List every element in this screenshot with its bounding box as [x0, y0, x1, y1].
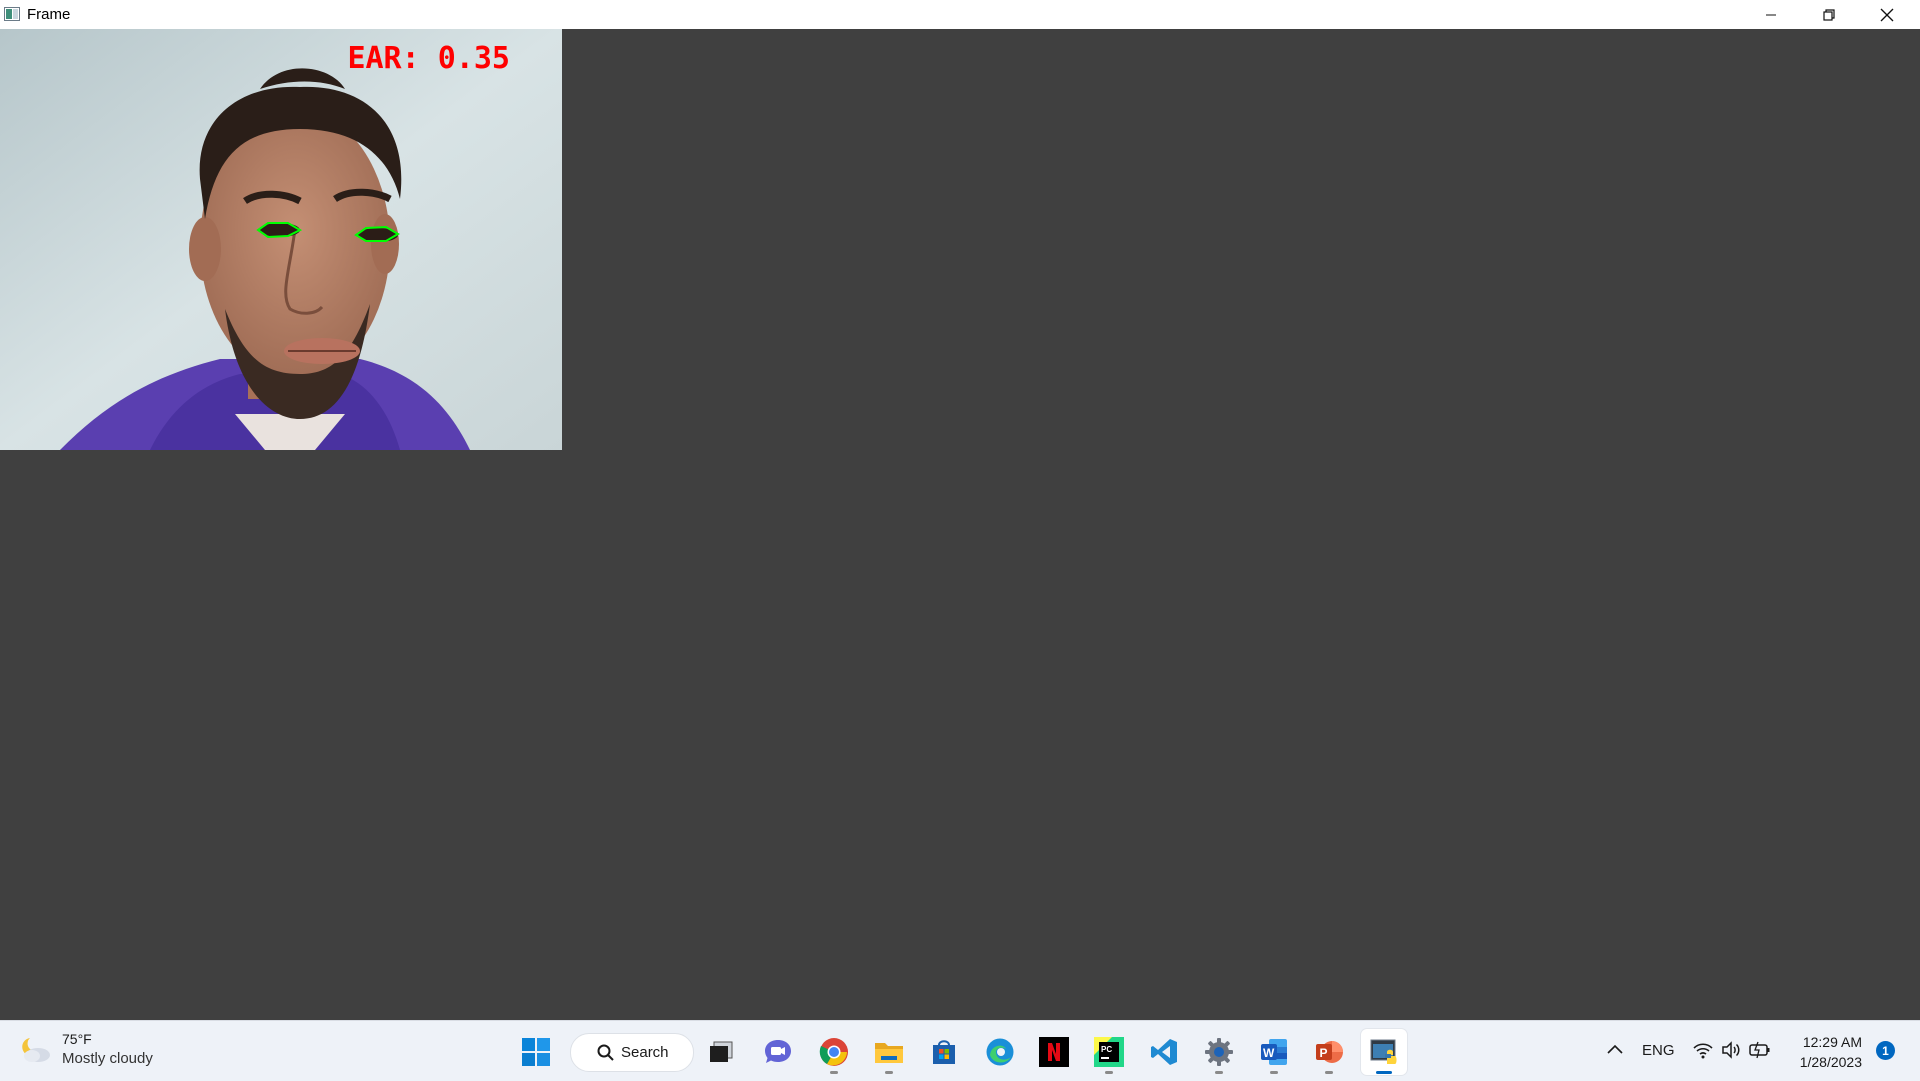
taskbar-clock[interactable]: 12:29 AM 1/28/2023 — [1790, 1032, 1862, 1072]
close-icon — [1880, 8, 1894, 21]
svg-text:PC: PC — [1101, 1045, 1112, 1054]
notification-badge[interactable]: 1 — [1876, 1041, 1895, 1060]
partly-cloudy-moon-icon — [22, 1038, 50, 1062]
window-titlebar[interactable]: Frame — [0, 0, 1920, 30]
word-button[interactable]: W — [1251, 1029, 1297, 1075]
pycharm-button[interactable]: PC — [1086, 1029, 1132, 1075]
store-icon — [933, 1040, 955, 1064]
file-explorer-button[interactable] — [866, 1029, 912, 1075]
settings-button[interactable] — [1196, 1029, 1242, 1075]
wifi-icon — [1693, 1043, 1713, 1059]
window-title: Frame — [27, 6, 71, 23]
battery-charging-icon — [1749, 1041, 1770, 1059]
camera-feed: EAR: 0.35 — [0, 29, 562, 450]
running-indicator — [830, 1071, 838, 1074]
windows-logo-icon — [522, 1038, 550, 1066]
task-view-icon — [710, 1041, 733, 1062]
chrome-icon — [819, 1038, 848, 1066]
clock-date: 1/28/2023 — [1799, 1054, 1862, 1070]
pycharm-icon: PC — [1094, 1037, 1124, 1067]
netflix-button[interactable] — [1031, 1029, 1077, 1075]
taskbar-search[interactable]: Search — [570, 1033, 694, 1072]
restore-icon — [1823, 8, 1835, 21]
active-indicator — [1376, 1071, 1392, 1074]
vscode-icon — [1151, 1039, 1177, 1065]
weather-condition: Mostly cloudy — [62, 1050, 153, 1067]
svg-text:W: W — [1263, 1046, 1275, 1060]
running-indicator — [1270, 1071, 1278, 1074]
python-frame-button[interactable] — [1361, 1029, 1407, 1075]
minimize-button[interactable] — [1742, 0, 1800, 29]
gear-icon — [1205, 1038, 1233, 1066]
ear-readout: EAR: 0.35 — [347, 41, 510, 76]
start-button[interactable] — [513, 1029, 559, 1075]
minimize-icon — [1766, 14, 1776, 15]
python-window-icon — [1370, 1039, 1397, 1064]
restore-button[interactable] — [1800, 0, 1858, 29]
search-label: Search — [621, 1044, 669, 1061]
vscode-button[interactable] — [1141, 1029, 1187, 1075]
running-indicator — [1105, 1071, 1113, 1074]
volume-icon — [1722, 1041, 1740, 1059]
task-view-button[interactable] — [698, 1029, 744, 1075]
close-button[interactable] — [1858, 0, 1916, 29]
system-tray-status[interactable] — [1692, 1039, 1772, 1061]
show-hidden-icons-button[interactable] — [1604, 1039, 1626, 1066]
folder-icon — [875, 1043, 903, 1063]
weather-temperature: 75°F — [62, 1031, 92, 1047]
taskbar: 75°F Mostly cloudy Search PC W P ENG 12:… — [0, 1020, 1920, 1081]
running-indicator — [1215, 1071, 1223, 1074]
word-icon: W — [1261, 1039, 1287, 1065]
frame-window-icon — [4, 7, 20, 26]
microsoft-store-button[interactable] — [921, 1029, 967, 1075]
weather-widget[interactable]: 75°F Mostly cloudy — [18, 1029, 153, 1069]
edge-button[interactable] — [977, 1029, 1023, 1075]
chevron-up-icon — [1607, 1044, 1623, 1054]
running-indicator — [1325, 1071, 1333, 1074]
netflix-icon — [1039, 1037, 1069, 1067]
search-icon — [597, 1044, 614, 1061]
svg-text:P: P — [1320, 1046, 1328, 1060]
teams-chat-icon — [765, 1040, 791, 1063]
webcam-face-image — [0, 29, 562, 450]
clock-time: 12:29 AM — [1802, 1034, 1862, 1050]
powerpoint-icon: P — [1316, 1041, 1343, 1063]
powerpoint-button[interactable]: P — [1306, 1029, 1352, 1075]
running-indicator — [885, 1071, 893, 1074]
edge-icon — [986, 1038, 1014, 1066]
teams-chat-button[interactable] — [755, 1029, 801, 1075]
chrome-button[interactable] — [811, 1029, 857, 1075]
input-language[interactable]: ENG — [1642, 1042, 1675, 1059]
